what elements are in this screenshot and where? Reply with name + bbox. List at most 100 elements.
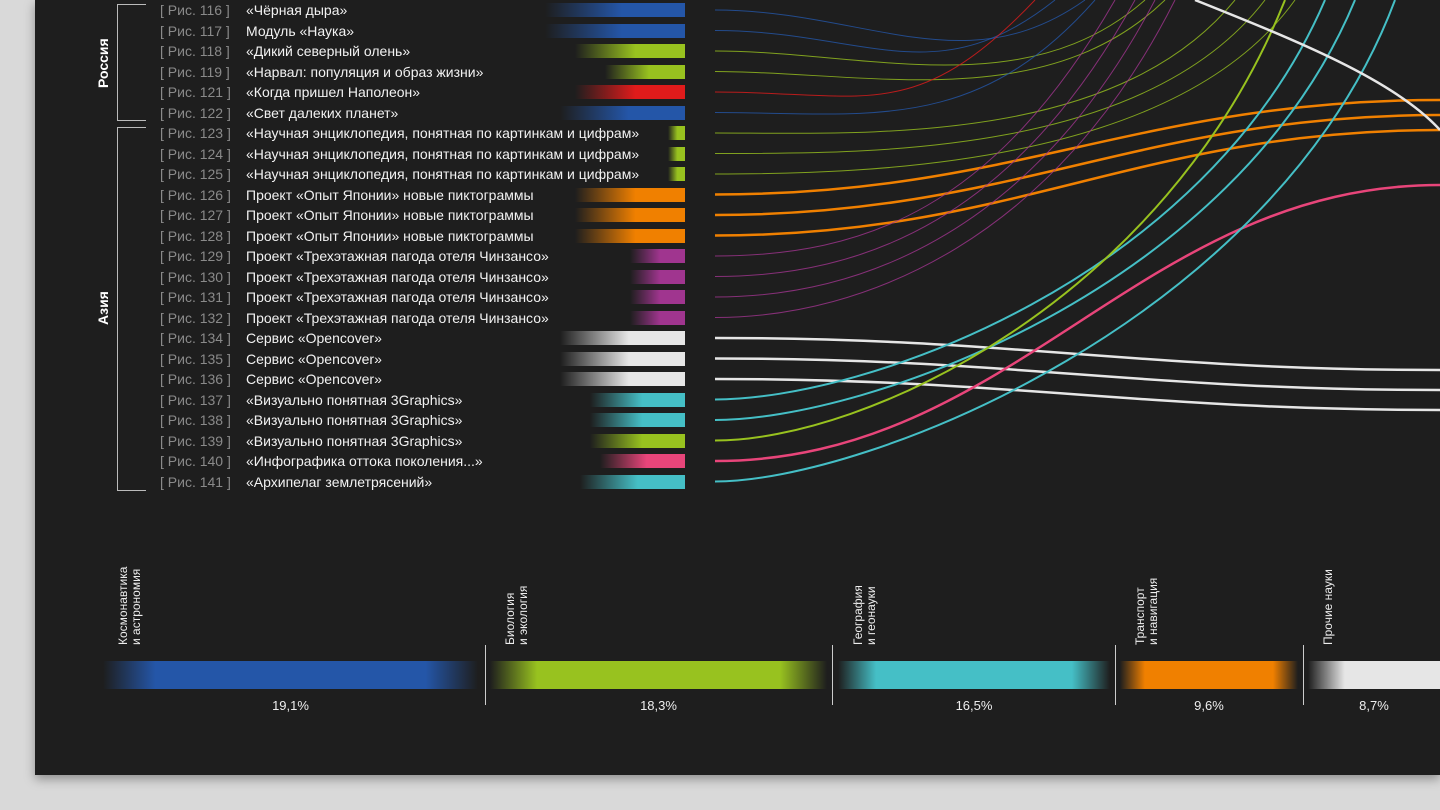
category-divider [1303, 645, 1304, 705]
figure-bar [575, 187, 685, 202]
figure-ref: [ Рис. 137 ] [160, 391, 231, 408]
connection-curve [714, 0, 1056, 53]
figure-bar [668, 146, 685, 161]
connection-curve [714, 0, 1286, 442]
category-percent: 18,3% [640, 698, 677, 713]
figure-bar [630, 249, 685, 263]
figure-ref: [ Рис. 119 ] [160, 63, 230, 80]
figure-bar [590, 392, 685, 407]
connection-curve [714, 0, 1266, 155]
figure-title: «Научная энциклопедия, понятная по карти… [246, 145, 640, 162]
figure-bar [575, 44, 685, 58]
figure-ref: [ Рис. 141 ] [160, 473, 231, 490]
category-label: Прочие науки [1321, 569, 1335, 645]
region-label-russia: Россия [95, 38, 111, 88]
figure-bar [668, 126, 685, 140]
category-divider [485, 645, 486, 705]
figure-title: Проект «Трехэтажная пагода отеля Чинзанс… [246, 289, 549, 305]
figure-ref: [ Рис. 135 ] [160, 350, 231, 367]
figure-ref: [ Рис. 138 ] [160, 412, 231, 428]
category-bar [1308, 661, 1440, 689]
connection-curve [714, 113, 1440, 217]
figure-bar [545, 23, 685, 38]
category-label: Транспорт и навигация [1133, 577, 1160, 645]
figure-bar [580, 474, 685, 489]
infographic-poster: [ Рис. 116 ] «Чёрная дыра» [ Рис. 117 ] Мод… [35, 0, 1440, 775]
figure-ref: [ Рис. 123 ] [160, 125, 231, 141]
figure-bar [575, 228, 685, 243]
connection-curve [714, 183, 1440, 463]
category-percent: 19,1% [272, 698, 309, 713]
figure-bar [560, 372, 685, 386]
figure-title: Проект «Опыт Японии» новые пиктограммы [246, 227, 534, 244]
figure-title: «Нарвал: популяция и образ жизни» [246, 63, 484, 80]
figure-title: «Визуально понятная 3Graphics» [246, 391, 463, 408]
figure-ref: [ Рис. 124 ] [160, 145, 231, 162]
figure-ref: [ Рис. 116 ] [160, 2, 230, 18]
figure-title: Сервис «Opencover» [246, 371, 382, 387]
figure-ref: [ Рис. 130 ] [160, 268, 231, 285]
figure-bar [560, 351, 685, 366]
figure-ref: [ Рис. 140 ] [160, 453, 231, 469]
category-label-line: Прочие науки [1321, 569, 1335, 645]
figure-bar [590, 413, 685, 427]
figure-ref: [ Рис. 139 ] [160, 432, 231, 449]
figure-ref: [ Рис. 128 ] [160, 227, 231, 244]
figure-title: Сервис «Opencover» [246, 330, 382, 346]
figure-bar [575, 85, 685, 99]
figure-ref: [ Рис. 117 ] [160, 22, 230, 39]
figure-title: «Научная энциклопедия, понятная по карти… [246, 125, 640, 141]
connection-curve [714, 0, 1096, 115]
figure-ref: [ Рис. 134 ] [160, 330, 231, 346]
figure-bar [590, 433, 685, 448]
category-label-line: и навигация [1146, 577, 1160, 645]
figure-ref: [ Рис. 131 ] [160, 289, 231, 305]
region-bracket-russia [117, 4, 146, 121]
category-divider [1115, 645, 1116, 705]
figure-title: «Свет далеких планет» [246, 104, 399, 121]
figure-bar [600, 454, 685, 468]
category-percent: 8,7% [1359, 698, 1389, 713]
category-percent: 9,6% [1194, 698, 1224, 713]
category-label-line: и астрономия [129, 568, 143, 645]
figure-title: Проект «Опыт Японии» новые пиктограммы [246, 186, 534, 203]
region-bracket-asia [117, 127, 146, 491]
category-label-line: и геонауки [864, 586, 878, 645]
figure-ref: [ Рис. 121 ] [160, 84, 231, 100]
category-bar [490, 661, 827, 689]
figure-bar [630, 269, 685, 284]
connection-curve [714, 0, 1396, 483]
figure-ref: [ Рис. 132 ] [160, 309, 231, 326]
figure-bar [560, 331, 685, 345]
figure-title: «Научная энциклопедия, понятная по карти… [246, 166, 640, 182]
figure-ref: [ Рис. 118 ] [160, 43, 230, 59]
figure-ref: [ Рис. 136 ] [160, 371, 231, 387]
figure-bar [630, 290, 685, 304]
figure-title: «Чёрная дыра» [246, 2, 348, 18]
figure-title: «Когда пришел Наполеон» [246, 84, 421, 100]
figure-bar [630, 310, 685, 325]
figure-title: Проект «Опыт Японии» новые пиктограммы [246, 207, 534, 223]
category-bar [1120, 661, 1298, 689]
figure-title: Модуль «Наука» [246, 22, 355, 39]
figure-title: «Архипелаг землетрясений» [246, 473, 433, 490]
category-label-line: и экология [516, 585, 530, 645]
figure-ref: [ Рис. 127 ] [160, 207, 231, 223]
category-bar [103, 661, 478, 689]
figure-title: Проект «Трехэтажная пагода отеля Чинзанс… [246, 248, 549, 264]
figure-ref: [ Рис. 125 ] [160, 166, 231, 182]
category-label: Биология и экология [503, 585, 530, 645]
category-label: Космонавтика и астрономия [116, 567, 143, 645]
figure-bar [545, 3, 685, 17]
figure-ref: [ Рис. 129 ] [160, 248, 231, 264]
figure-ref: [ Рис. 126 ] [160, 186, 231, 203]
figure-title: «Инфографика оттока поколения...» [246, 453, 483, 469]
figure-title: Сервис «Opencover» [246, 350, 382, 367]
figure-bar [575, 208, 685, 222]
region-label-asia: Азия [95, 291, 111, 325]
figure-title: Проект «Трехэтажная пагода отеля Чинзанс… [246, 309, 549, 326]
category-percent: 16,5% [955, 698, 993, 713]
figure-title: Проект «Трехэтажная пагода отеля Чинзанс… [246, 268, 549, 285]
category-bar [838, 661, 1110, 689]
category-divider [832, 645, 833, 705]
